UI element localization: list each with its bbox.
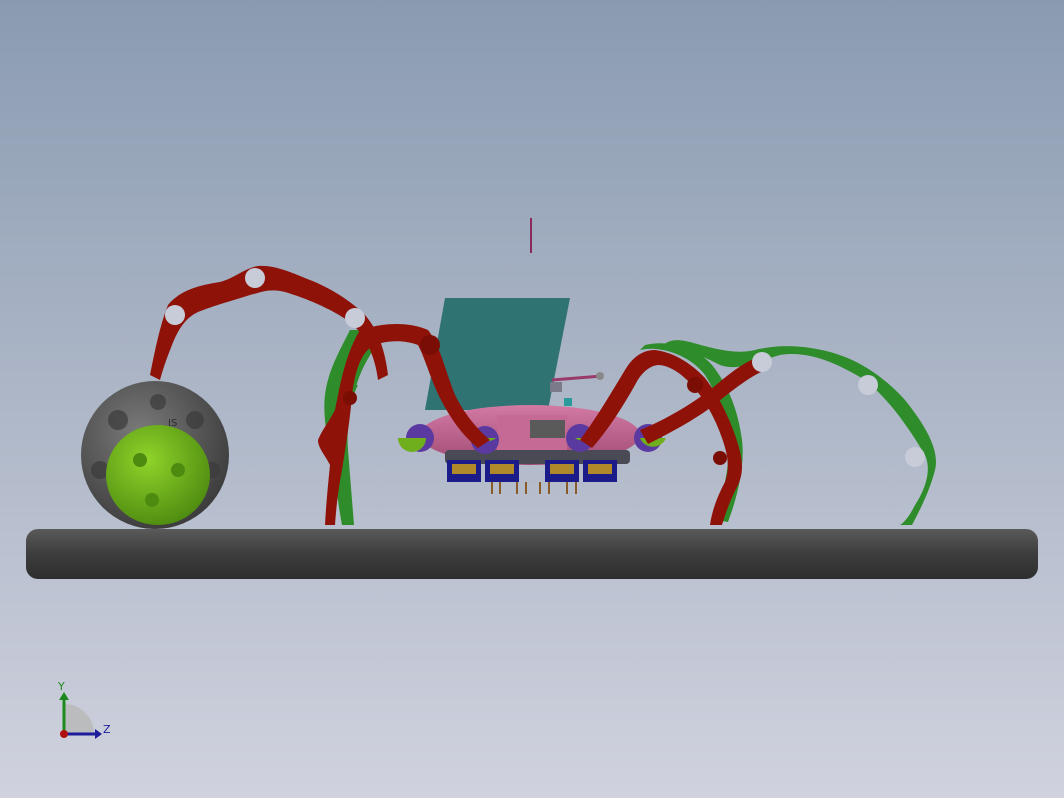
joint-hole	[345, 308, 365, 328]
joint-hole	[420, 335, 440, 355]
x-axis-dot	[60, 730, 68, 738]
joint-hole	[343, 391, 357, 405]
ball-dimple	[108, 410, 128, 430]
joint-hole	[165, 305, 185, 325]
ball-engraving: IS	[168, 418, 177, 429]
ball-dimple	[133, 453, 147, 467]
z-axis-label: Z	[103, 723, 111, 736]
servo-label	[452, 464, 476, 474]
body-center-plate	[530, 420, 565, 438]
sensor-clip	[564, 398, 572, 406]
joint-hole	[858, 375, 878, 395]
joint-hole	[687, 377, 703, 393]
ball-insert	[106, 425, 210, 525]
ball-dimple	[186, 411, 204, 429]
y-axis-label: Y	[57, 680, 65, 693]
joint-hole	[713, 451, 727, 465]
servo-label	[588, 464, 612, 474]
cad-scene: IS Y Z	[0, 0, 1064, 798]
ball-dimple	[150, 394, 166, 410]
joint-hole	[752, 352, 772, 372]
ball-dimple	[145, 493, 159, 507]
cad-model-viewport[interactable]: IS Y Z	[0, 0, 1064, 798]
omni-ball: IS	[81, 381, 229, 529]
sensor-mount	[550, 382, 562, 392]
ball-dimple	[171, 463, 185, 477]
servo-label	[490, 464, 514, 474]
ground-plate	[26, 529, 1038, 579]
joint-hole	[905, 447, 925, 467]
sensor-tip	[596, 372, 604, 380]
joint-hole	[245, 268, 265, 288]
servo-label	[550, 464, 574, 474]
